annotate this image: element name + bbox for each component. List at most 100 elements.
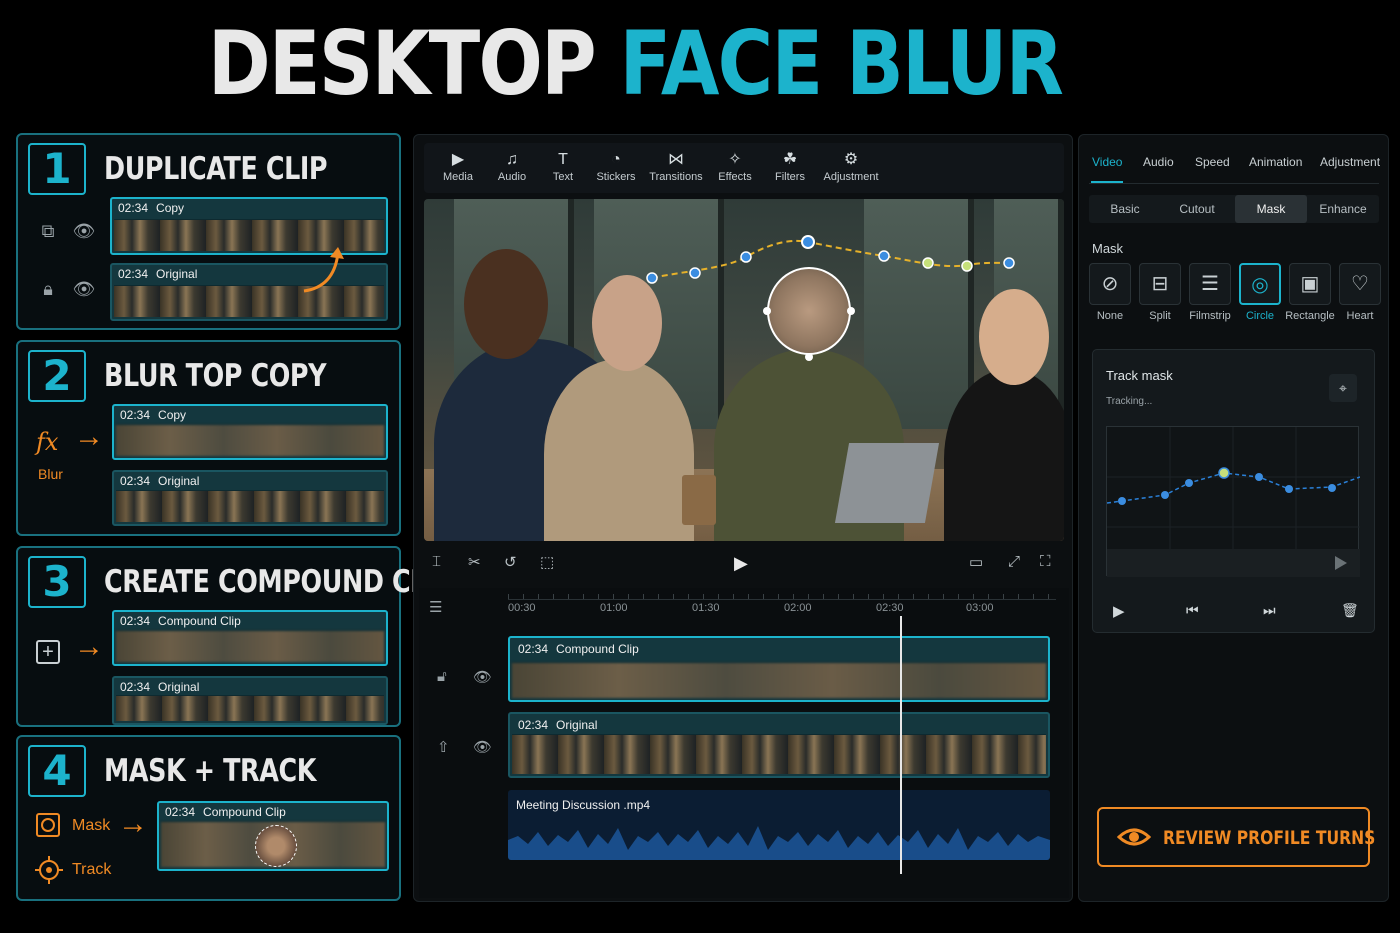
step-title: CREATE COMPOUND CLIP	[104, 564, 454, 600]
add-compound-icon[interactable]: +	[36, 640, 60, 664]
clip-name: Copy	[156, 201, 185, 215]
transitions-icon: ⋈	[668, 151, 684, 168]
eye-icon[interactable]: 👁	[72, 279, 96, 300]
tool-stickers[interactable]: ◔ Stickers	[586, 149, 646, 183]
tool-adjustment[interactable]: ⚙ Adjustment	[816, 149, 886, 183]
subtab-mask[interactable]: Mask	[1235, 195, 1307, 223]
clip-thumbnails	[116, 695, 384, 721]
unlock-icon[interactable]: 🔓︎	[437, 668, 447, 685]
tool-transitions[interactable]: ⋈ Transitions	[646, 149, 706, 183]
track-original[interactable]: 02:34 Original	[508, 712, 1050, 778]
subtab-enhance[interactable]: Enhance	[1307, 195, 1379, 223]
mask-rectangle-icon[interactable]: ▣	[1289, 263, 1331, 305]
clip-name: Copy	[158, 408, 187, 422]
subtab-basic[interactable]: Basic	[1089, 195, 1161, 223]
tool-media[interactable]: ▶︎ Media	[428, 149, 488, 183]
clip-name: Original	[158, 680, 200, 694]
clip-time: 02:34	[118, 201, 149, 215]
mask-label: Mask	[72, 817, 111, 834]
arrow-icon: →	[74, 420, 104, 453]
clip-thumbnails	[116, 490, 384, 522]
skip-back-icon[interactable]: ⏮	[1186, 602, 1199, 619]
mask-none-icon[interactable]: ⊘	[1089, 263, 1131, 305]
clip-compound-tracked[interactable]: 02:34 Compound Clip	[157, 801, 389, 871]
track-audio[interactable]: Meeting Discussion .mp4	[508, 790, 1050, 860]
clip-name: Compound Clip	[203, 805, 286, 819]
track-mask-box: Track mask Tracking... ⌖ ▶ ⏮ ⏭ 🗑︎	[1092, 349, 1375, 633]
tracked-face-circle	[255, 825, 297, 867]
eye-icon[interactable]: 👁	[473, 668, 492, 686]
clip-thumbnails	[116, 424, 384, 456]
crop-icon[interactable]: ⬚	[540, 553, 554, 571]
review-profile-turns-button[interactable]: REVIEW PROFILE TURNS	[1097, 807, 1375, 867]
play-icon[interactable]: ▶	[734, 553, 748, 574]
eye-icon[interactable]: 👁	[473, 738, 492, 756]
clip-time: 02:34	[118, 267, 149, 281]
mask-heading: Mask	[1092, 241, 1124, 256]
tab-video[interactable]: Video	[1092, 155, 1122, 169]
mask-split-icon[interactable]: ⊟	[1139, 263, 1181, 305]
arrow-icon: →	[74, 630, 104, 663]
menu-icon[interactable]: ☰	[429, 598, 442, 616]
tab-audio[interactable]: Audio	[1143, 155, 1174, 169]
mask-circle-icon[interactable]: ◎	[1239, 263, 1281, 305]
step-title: MASK + TRACK	[104, 753, 316, 789]
editor-main: ▶︎ Media ♫ Audio T Text ◔ Stickers ⋈ Transiti…	[413, 134, 1073, 902]
clip-name: Original	[156, 267, 198, 281]
review-button-label: REVIEW PROFILE TURNS	[1163, 827, 1376, 849]
mask-heart-icon[interactable]: ♡	[1339, 263, 1381, 305]
clip-original[interactable]: 02:34 Original	[112, 676, 388, 725]
preview-controls: ⌶ ✂ ↺ ⬚ ▶ ▭ ⤢ ⛶	[424, 547, 1064, 581]
step-1-panel: 1 DUPLICATE CLIP ⧉ 👁 🔒︎ 👁 02:34 Copy 02:3…	[16, 133, 401, 330]
audio-waveform	[508, 826, 1050, 860]
undo-icon[interactable]: ↺	[504, 553, 517, 571]
step-4-panel: 4 MASK + TRACK Mask → Track 02:34 Compoun…	[16, 735, 401, 901]
tool-effects[interactable]: ✧ Effects	[705, 149, 765, 183]
trash-icon[interactable]: 🗑︎	[1341, 602, 1359, 619]
eye-icon[interactable]: 👁	[72, 221, 96, 242]
track-target-icon[interactable]: ⌖	[1329, 374, 1357, 402]
properties-panel: Video Audio Speed Animation Adjustment B…	[1078, 134, 1389, 902]
clip-time: 02:34	[120, 614, 151, 628]
clip-time: 02:34	[165, 805, 196, 819]
video-preview[interactable]	[424, 199, 1064, 541]
play-icon[interactable]: ▶	[1113, 602, 1125, 620]
fx-icon[interactable]: fx	[36, 428, 58, 456]
step-number: 4	[28, 745, 86, 797]
lock-icon[interactable]: 🔒︎	[36, 279, 60, 300]
tab-adjustment[interactable]: Adjustment	[1320, 155, 1380, 169]
mask-filmstrip-icon[interactable]: ☰	[1189, 263, 1231, 305]
clip-time: 02:34	[120, 408, 151, 422]
target-icon[interactable]	[34, 855, 64, 885]
arrow-icon: →	[118, 807, 148, 840]
lock-toggle-icon[interactable]: ⇧	[437, 738, 450, 756]
mask-shape-label: Split	[1149, 310, 1171, 322]
tab-animation[interactable]: Animation	[1249, 155, 1302, 169]
track-compound-clip[interactable]: 02:34 Compound Clip	[508, 636, 1050, 702]
skip-forward-icon[interactable]: ⏭	[1263, 602, 1276, 619]
timeline: ☰ 00:30 01:00 01:30 02:00 02:30 03:00 🔓︎…	[419, 588, 1069, 898]
step-title: DUPLICATE CLIP	[104, 151, 328, 187]
fullscreen-icon[interactable]: ⛶	[1040, 553, 1051, 570]
active-tab-indicator	[1091, 181, 1123, 183]
align-icon[interactable]: ⌶	[432, 553, 441, 570]
tracking-graph	[1106, 426, 1360, 577]
clip-original[interactable]: 02:34 Original	[112, 470, 388, 526]
subtab-cutout[interactable]: Cutout	[1161, 195, 1233, 223]
stickers-icon: ◔	[611, 151, 621, 168]
title-part-1: DESKTOP	[207, 12, 597, 115]
title-part-2: FACE BLUR	[619, 12, 1064, 115]
duplicate-icon[interactable]: ⧉	[36, 221, 60, 242]
ratio-icon[interactable]: ▭	[969, 553, 983, 571]
tool-filters[interactable]: ☘ Filters	[760, 149, 820, 183]
clip-compound[interactable]: 02:34 Compound Clip	[112, 610, 388, 666]
playhead[interactable]	[900, 616, 902, 874]
tool-text[interactable]: T Text	[533, 149, 593, 183]
resize-icon[interactable]: ⤢	[1008, 553, 1020, 570]
track-mask-title: Track mask	[1106, 368, 1173, 383]
mask-icon[interactable]	[36, 813, 60, 837]
tab-speed[interactable]: Speed	[1195, 155, 1230, 169]
cut-icon[interactable]: ✂	[468, 553, 481, 571]
clip-copy-blurred[interactable]: 02:34 Copy	[112, 404, 388, 460]
fx-label: Blur	[38, 466, 63, 482]
